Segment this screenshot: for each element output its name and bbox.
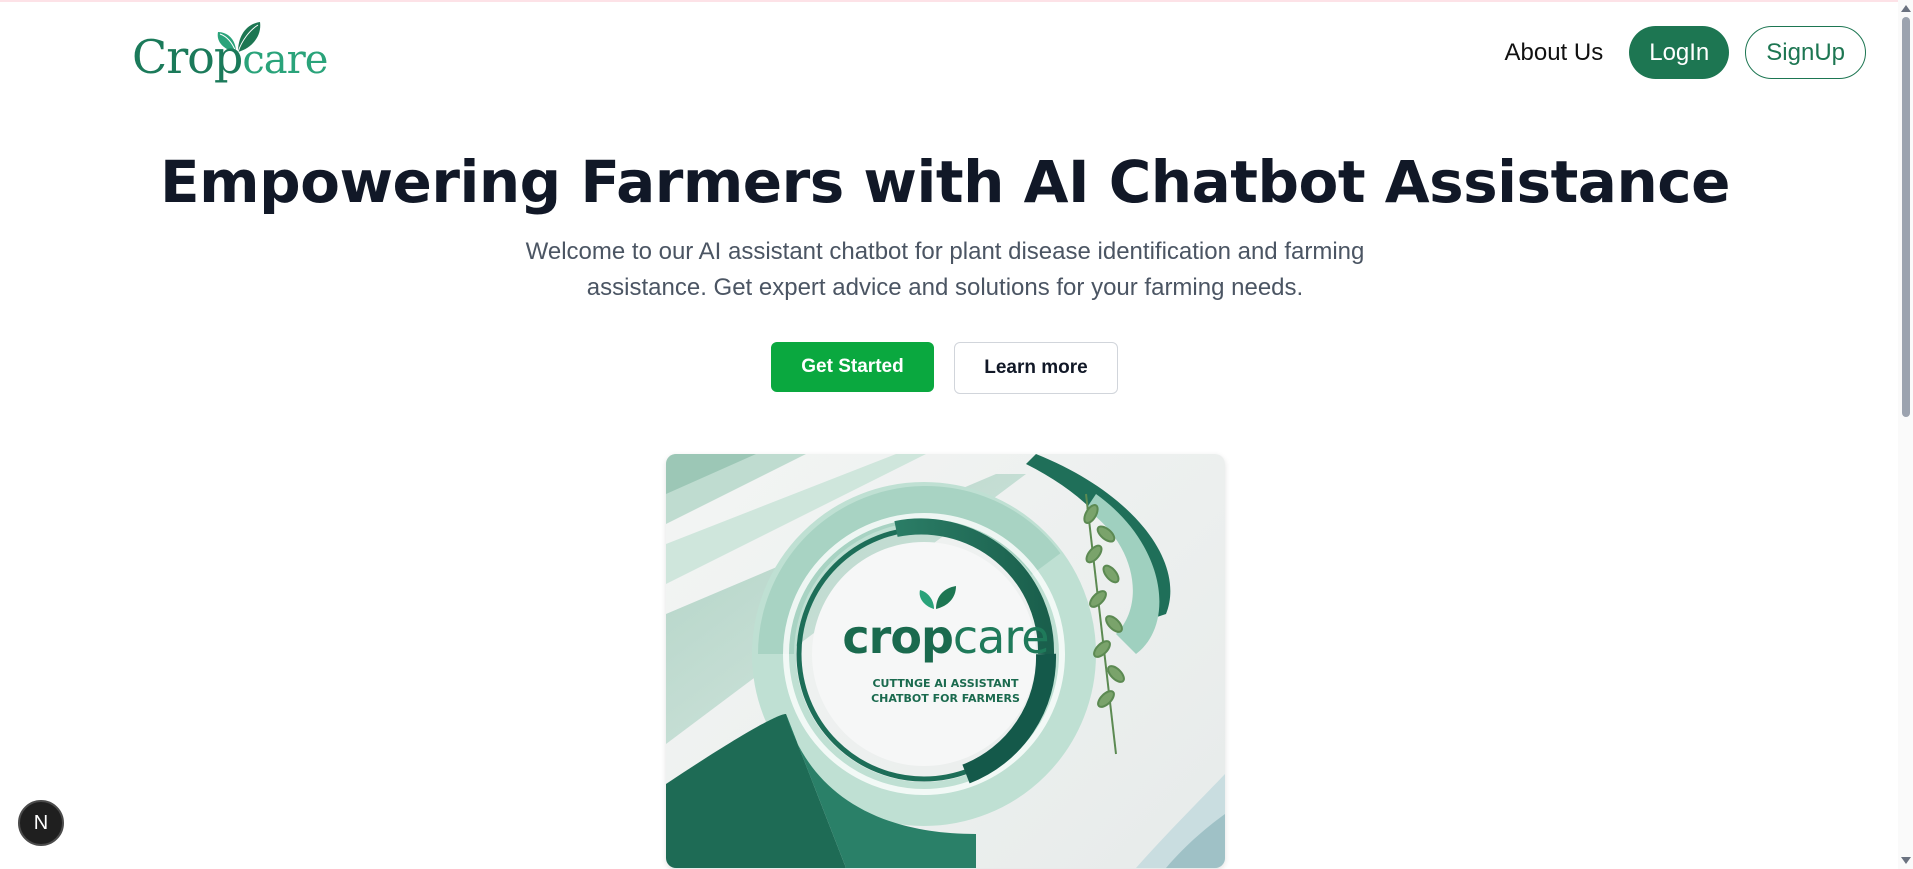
scroll-up-arrow-icon[interactable] — [1901, 5, 1911, 12]
logo-word-crop: Crop — [132, 30, 243, 84]
cropcare-logo[interactable]: Cropcare — [132, 18, 328, 90]
hero-image: cropcare CUTTNGE AI ASSISTANT CHATBOT FO… — [666, 454, 1225, 868]
hero-subtitle: Welcome to our AI assistant chatbot for … — [525, 238, 1365, 301]
scroll-down-arrow-icon[interactable] — [1901, 857, 1911, 864]
login-button[interactable]: LogIn — [1629, 26, 1730, 79]
top-accent-line — [0, 0, 1898, 2]
signup-button[interactable]: SignUp — [1745, 26, 1866, 79]
nextjs-dev-badge[interactable]: N — [18, 800, 64, 846]
image-brand-word2: care — [952, 610, 1050, 664]
get-started-button[interactable]: Get Started — [771, 342, 934, 392]
hero-title: Empowering Farmers with AI Chatbot Assis… — [160, 148, 1730, 216]
about-us-link[interactable]: About Us — [1505, 39, 1604, 67]
learn-more-button[interactable]: Learn more — [954, 342, 1118, 394]
page-scrollbar[interactable] — [1898, 0, 1913, 869]
image-tagline: CUTTNGE AI ASSISTANT CHATBOT FOR FARMERS — [871, 677, 1020, 705]
image-brand-word1: crop — [842, 610, 953, 664]
top-navigation: About Us LogIn SignUp — [1505, 25, 1866, 80]
image-brand-text: cropcare — [666, 614, 1225, 660]
logo-word-care: care — [242, 37, 328, 83]
scrollbar-thumb[interactable] — [1902, 17, 1910, 417]
logo-wordmark: Cropcare — [132, 34, 328, 83]
